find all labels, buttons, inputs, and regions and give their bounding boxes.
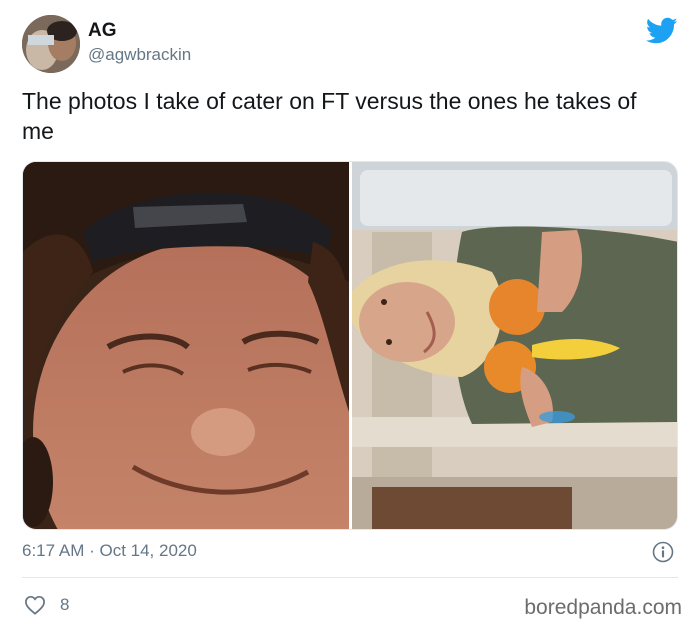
tweet-timestamp[interactable]: 6:17 AM · Oct 14, 2020 [22, 541, 197, 561]
twitter-bird-icon[interactable] [645, 17, 678, 45]
upside-down-photo[interactable] [352, 162, 677, 529]
watermark: boredpanda.com [524, 596, 682, 619]
info-icon[interactable] [652, 541, 674, 563]
media-grid [22, 161, 678, 530]
author-name[interactable]: AG [88, 20, 117, 42]
like-count[interactable]: 8 [60, 595, 69, 615]
heart-icon[interactable] [24, 595, 46, 615]
avatar[interactable] [22, 15, 80, 73]
selfie-photo[interactable] [23, 162, 383, 529]
author-handle[interactable]: @agwbrackin [88, 45, 191, 65]
divider [22, 577, 678, 578]
tweet-text: The photos I take of cater on FT versus … [22, 88, 637, 144]
